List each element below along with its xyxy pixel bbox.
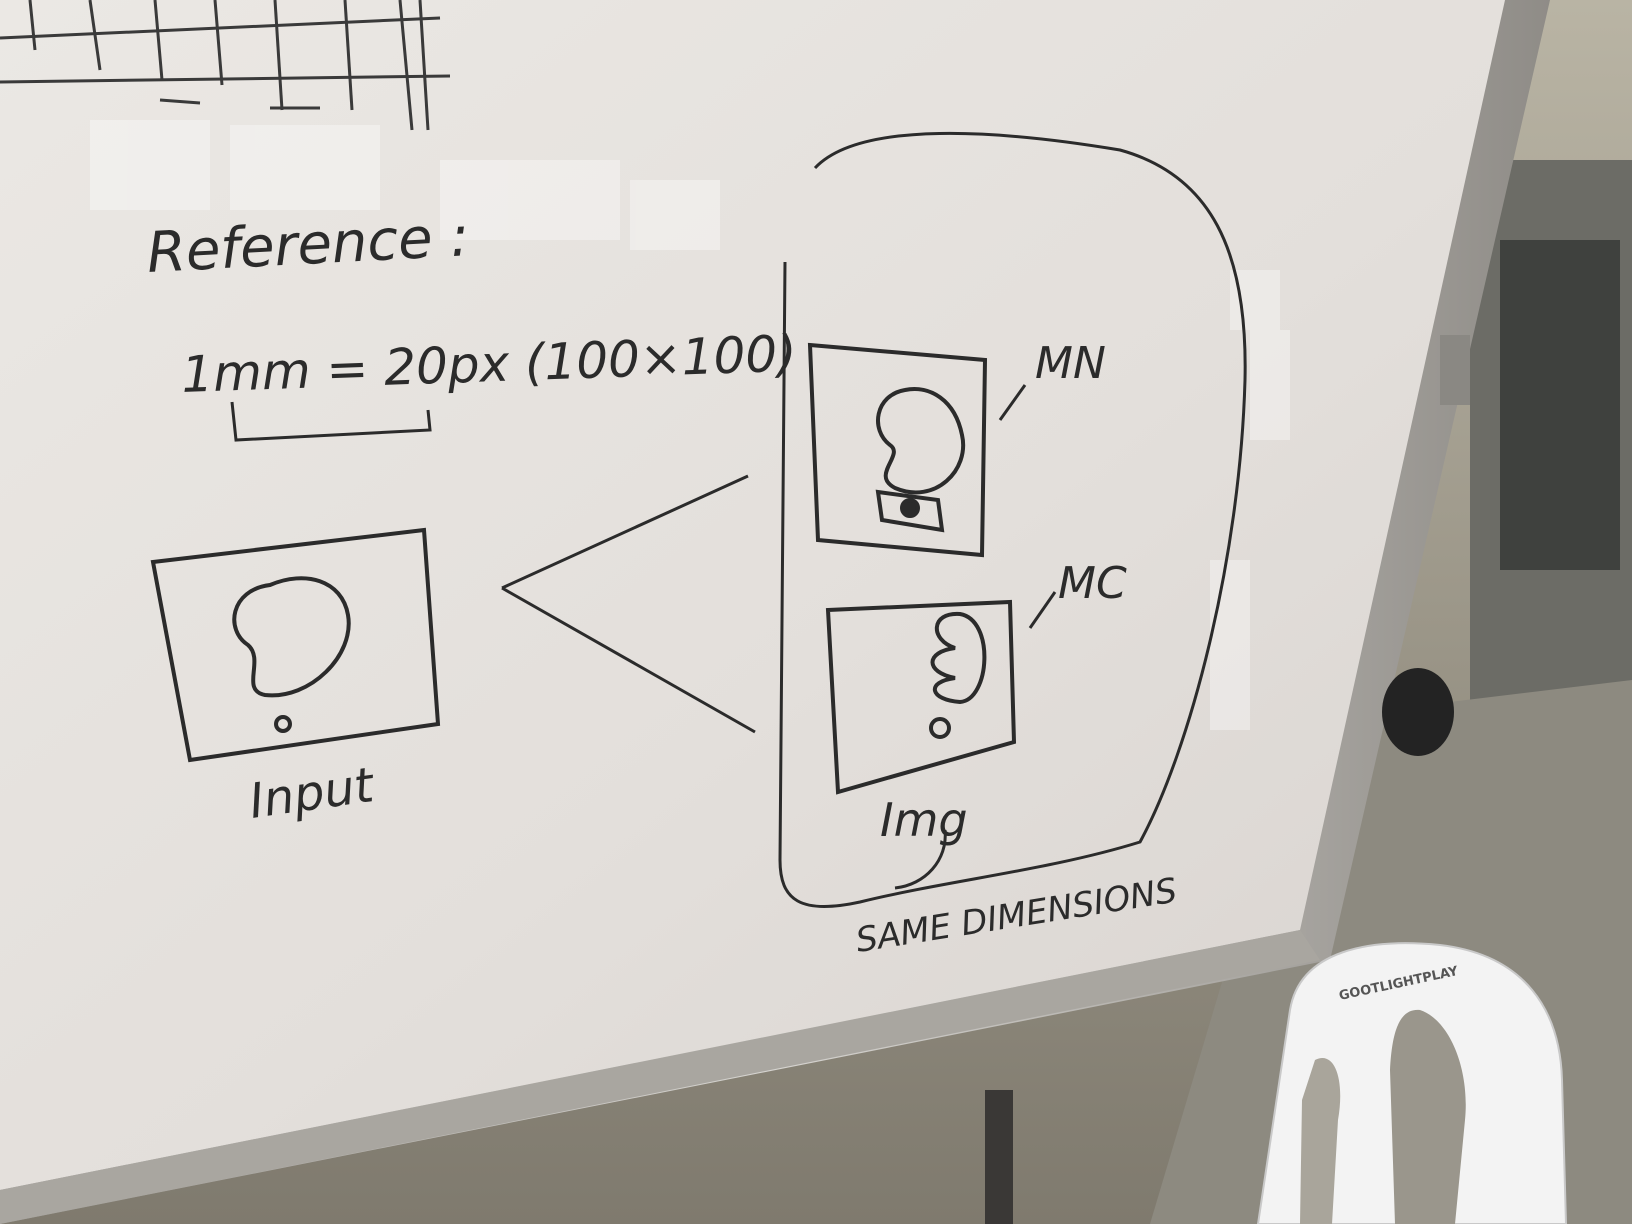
frame-hinge <box>1440 335 1470 405</box>
stand-leg <box>985 1090 1013 1224</box>
door-pane <box>1500 240 1620 570</box>
mc-label: MC <box>1058 558 1127 609</box>
whiteboard-photo: Reference : 1mm = 20px (100×100) Input M… <box>0 0 1632 1224</box>
mn-label: MN <box>1035 338 1106 389</box>
img-label: Img <box>880 793 968 847</box>
plastic-chair: GOOTLIGHTPLAY <box>1256 942 1568 1224</box>
frame-knob <box>1382 668 1454 756</box>
